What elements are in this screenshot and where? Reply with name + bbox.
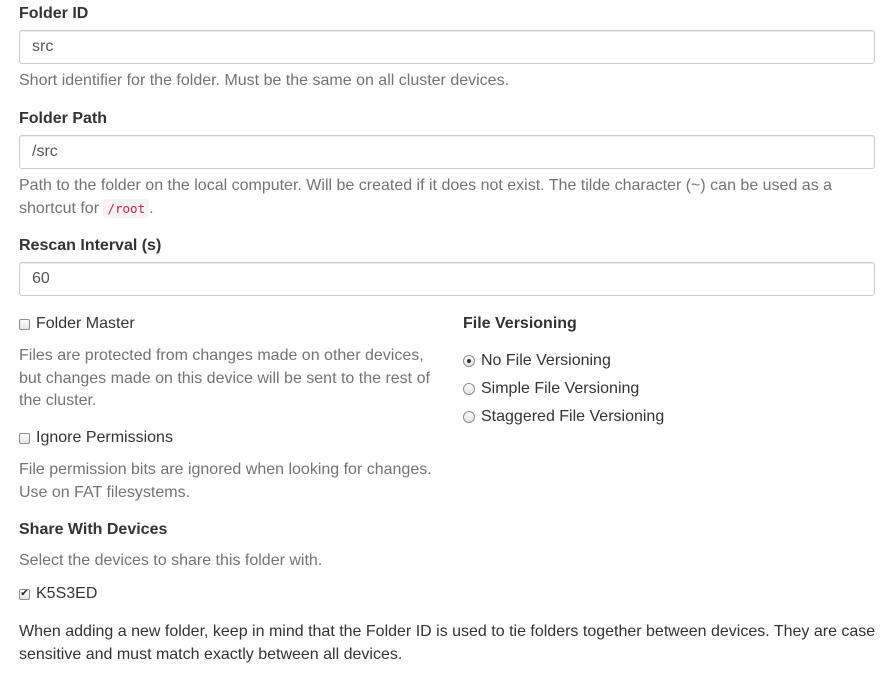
device-checkbox[interactable]: ✔ xyxy=(19,588,30,600)
rescan-interval-input[interactable] xyxy=(19,262,875,296)
versioning-option-label: Simple File Versioning xyxy=(481,380,640,397)
device-name: K5S3ED xyxy=(36,585,98,602)
device-row[interactable]: ✔ K5S3ED xyxy=(19,584,97,604)
versioning-option-none[interactable]: No File Versioning xyxy=(463,351,611,371)
radio-no-versioning[interactable] xyxy=(463,355,475,367)
folder-master-help: Files are protected from changes made on… xyxy=(19,347,430,409)
folder-master-label: Folder Master xyxy=(36,315,135,332)
folder-master-checkbox[interactable] xyxy=(19,318,30,330)
radio-simple-versioning[interactable] xyxy=(463,383,475,395)
root-path-code: /root xyxy=(103,198,150,218)
versioning-option-simple[interactable]: Simple File Versioning xyxy=(463,379,639,399)
rescan-interval-label: Rescan Interval (s) xyxy=(19,237,162,254)
versioning-option-label: Staggered File Versioning xyxy=(481,408,665,425)
folder-path-help: Path to the folder on the local computer… xyxy=(19,175,879,220)
folder-master-row[interactable]: Folder Master xyxy=(19,314,135,334)
versioning-option-staggered[interactable]: Staggered File Versioning xyxy=(463,407,664,427)
share-devices-help: Select the devices to share this folder … xyxy=(19,552,323,569)
folder-path-help-end: . xyxy=(149,199,154,217)
folder-id-input[interactable] xyxy=(19,30,875,64)
ignore-permissions-row[interactable]: Ignore Permissions xyxy=(19,428,173,448)
ignore-permissions-checkbox[interactable] xyxy=(19,432,30,444)
folder-path-input[interactable] xyxy=(19,135,875,169)
folder-path-label: Folder Path xyxy=(19,110,108,127)
folder-id-note: When adding a new folder, keep in mind t… xyxy=(19,623,876,663)
folder-id-help: Short identifier for the folder. Must be… xyxy=(19,72,510,89)
radio-staggered-versioning[interactable] xyxy=(463,411,475,423)
versioning-option-label: No File Versioning xyxy=(481,352,611,369)
ignore-permissions-label: Ignore Permissions xyxy=(36,429,173,446)
share-devices-label: Share With Devices xyxy=(19,521,168,538)
ignore-permissions-help: File permission bits are ignored when lo… xyxy=(19,461,432,501)
file-versioning-label: File Versioning xyxy=(463,315,577,332)
folder-id-label: Folder ID xyxy=(19,5,89,22)
